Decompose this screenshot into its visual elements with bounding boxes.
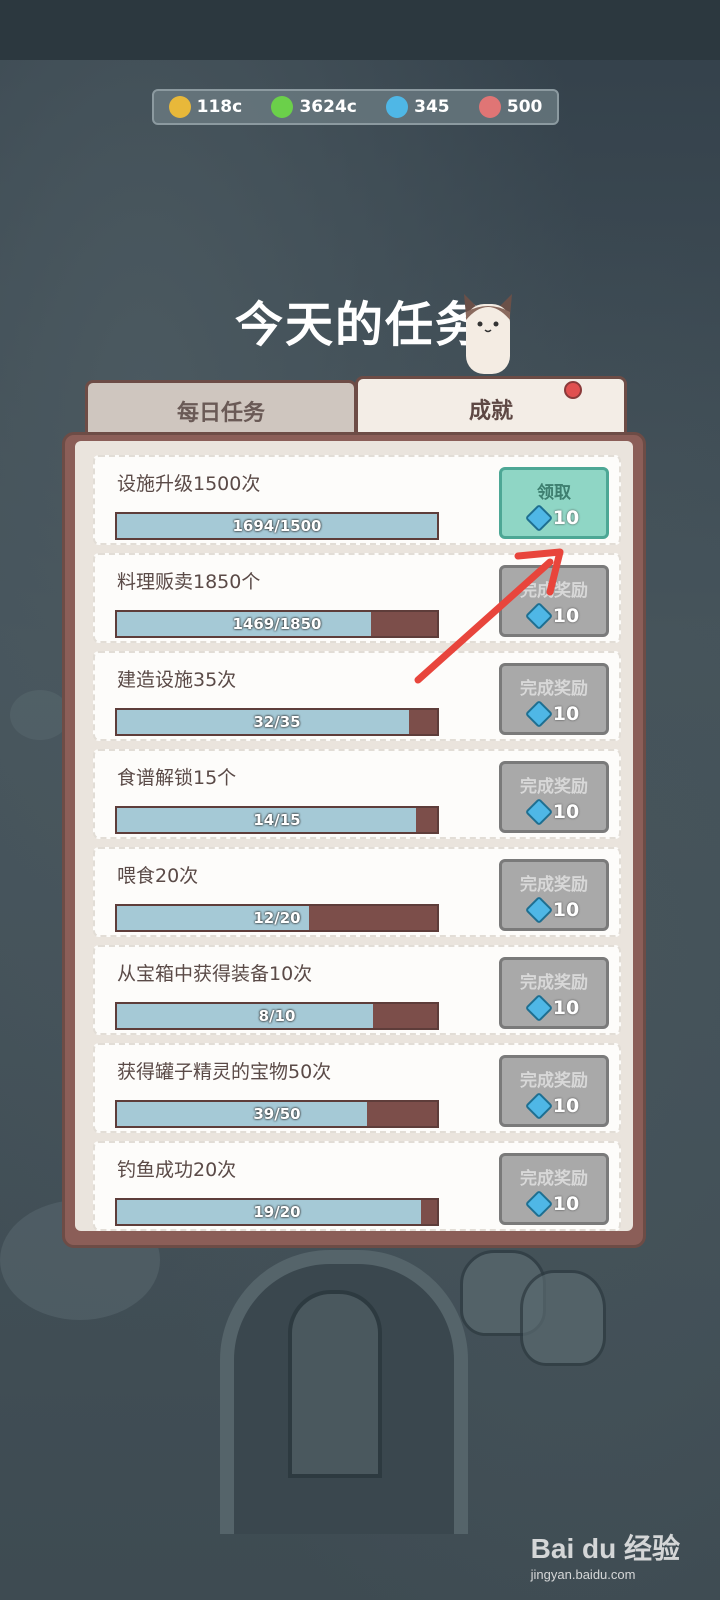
progress-bar: 39/50	[115, 1100, 439, 1128]
progress-text: 8/10	[258, 1007, 296, 1025]
resource-meat[interactable]: 500	[478, 96, 543, 118]
task-row: 食谱解锁15个 14/15 完成奖励 10	[93, 749, 621, 839]
reward-amount: 10	[552, 506, 580, 529]
reward: 10	[524, 993, 580, 1022]
gem-icon	[524, 503, 553, 532]
progress-bar: 14/15	[115, 806, 439, 834]
gem-icon	[524, 1091, 553, 1120]
reward-amount: 10	[552, 898, 580, 921]
gem-icon	[524, 993, 553, 1022]
progress-bar: 12/20	[115, 904, 439, 932]
resource-coins[interactable]: 118c	[168, 96, 243, 118]
notification-dot-icon	[564, 381, 582, 399]
resource-gems[interactable]: 345	[386, 96, 450, 118]
progress-bar: 8/10	[115, 1002, 439, 1030]
complete-reward-button[interactable]: 完成奖励 10	[499, 1153, 609, 1225]
task-label: 料理贩卖1850个	[117, 571, 261, 593]
coin-icon	[168, 96, 191, 118]
reward: 10	[524, 699, 580, 728]
button-label: 完成奖励	[520, 1168, 588, 1189]
tab-daily[interactable]: 每日任务	[85, 380, 357, 439]
watermark: Bai du 经验 jingyan.baidu.com	[531, 1527, 680, 1582]
progress-text: 14/15	[253, 811, 301, 829]
page-title: 今天的任务	[234, 297, 485, 353]
progress-bar: 1469/1850	[115, 610, 439, 638]
annotation-arrow-icon	[414, 548, 564, 684]
task-label: 从宝箱中获得装备10次	[117, 963, 313, 985]
task-row: 设施升级1500次 1694/1500 领取 10	[93, 455, 621, 545]
meat-icon	[478, 96, 501, 118]
reward: 10	[524, 797, 580, 826]
progress-bar: 1694/1500	[115, 512, 439, 540]
progress-text: 32/35	[253, 713, 301, 731]
gem-icon	[524, 1189, 553, 1218]
progress-bar: 32/35	[115, 708, 439, 736]
button-label: 完成奖励	[520, 874, 588, 895]
reward-amount: 10	[552, 1094, 580, 1117]
tab-achievements[interactable]: 成就	[355, 376, 627, 439]
resource-bar: 118c 3624c 345 500	[152, 89, 559, 125]
resource-value: 500	[506, 97, 543, 117]
watermark-url: jingyan.baidu.com	[530, 1567, 636, 1582]
claim-button[interactable]: 领取 10	[499, 467, 609, 539]
button-label: 完成奖励	[520, 1070, 588, 1091]
resource-value: 345	[414, 97, 450, 117]
complete-reward-button[interactable]: 完成奖励 10	[499, 957, 609, 1029]
progress-text: 19/20	[253, 1203, 301, 1221]
task-label: 获得罐子精灵的宝物50次	[117, 1061, 332, 1083]
reward: 10	[524, 1091, 580, 1120]
reward: 10	[524, 503, 580, 532]
task-row: 从宝箱中获得装备10次 8/10 完成奖励 10	[93, 945, 621, 1035]
button-label: 完成奖励	[520, 972, 588, 993]
reward-amount: 10	[552, 996, 580, 1019]
cat-mascot-icon	[464, 294, 512, 374]
tab-label: 成就	[468, 399, 513, 424]
complete-reward-button[interactable]: 完成奖励 10	[499, 859, 609, 931]
resource-value: 3624c	[299, 97, 357, 117]
button-label: 完成奖励	[520, 776, 588, 797]
task-label: 建造设施35次	[117, 669, 237, 691]
task-row: 钓鱼成功20次 19/20 完成奖励 10	[93, 1141, 621, 1231]
gem-icon	[386, 96, 409, 118]
complete-reward-button[interactable]: 完成奖励 10	[499, 1055, 609, 1127]
button-label: 领取	[537, 482, 571, 503]
progress-text: 39/50	[253, 1105, 301, 1123]
gem-icon	[524, 797, 553, 826]
progress-text: 12/20	[253, 909, 301, 927]
task-label: 钓鱼成功20次	[117, 1159, 237, 1181]
watermark-logo: Bai du 经验	[530, 1533, 680, 1564]
progress-bar: 19/20	[115, 1198, 439, 1226]
reward-amount: 10	[552, 800, 580, 823]
reward-amount: 10	[552, 1192, 580, 1215]
resource-value: 118c	[196, 97, 243, 117]
background-jar	[520, 1270, 606, 1366]
gem-icon	[524, 699, 553, 728]
resource-energy[interactable]: 3624c	[271, 96, 357, 118]
task-row: 获得罐子精灵的宝物50次 39/50 完成奖励 10	[93, 1043, 621, 1133]
complete-reward-button[interactable]: 完成奖励 10	[499, 761, 609, 833]
progress-text: 1694/1500	[232, 517, 322, 535]
task-label: 喂食20次	[117, 865, 199, 887]
task-row: 喂食20次 12/20 完成奖励 10	[93, 847, 621, 937]
background-door	[288, 1290, 382, 1478]
background-rock	[10, 690, 70, 740]
reward-amount: 10	[552, 702, 580, 725]
gem-icon	[524, 895, 553, 924]
top-strip	[0, 0, 720, 60]
task-label: 食谱解锁15个	[117, 767, 237, 789]
lightning-icon	[271, 96, 294, 118]
task-label: 设施升级1500次	[117, 473, 261, 495]
reward: 10	[524, 1189, 580, 1218]
progress-text: 1469/1850	[232, 615, 322, 633]
tab-label: 每日任务	[176, 401, 265, 426]
reward: 10	[524, 895, 580, 924]
